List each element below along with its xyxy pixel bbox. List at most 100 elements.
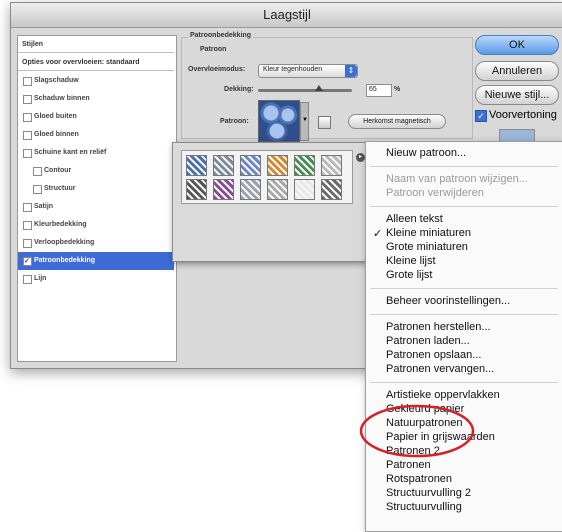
menu-item-label: Structuurvulling [386,501,462,513]
style-checkbox[interactable] [33,167,42,176]
pattern-thumbnail[interactable] [213,179,234,200]
window-title: Laagstijl [263,7,311,22]
style-checkbox[interactable]: ✓ [23,257,32,266]
style-item[interactable]: Kleurbedekking [18,216,174,234]
pattern-thumbnail[interactable] [213,155,234,176]
opacity-field[interactable]: 65 [366,84,392,97]
menu-item[interactable]: Patronen herstellen... [386,321,491,333]
menu-item[interactable]: Grote lijst [386,269,432,281]
menu-item[interactable]: Artistieke oppervlakken [386,389,500,401]
style-list: Stijlen Opties voor overvloeien: standaa… [17,35,177,362]
pattern-dropdown-button[interactable]: ▼ [300,102,309,141]
style-checkbox[interactable] [23,203,32,212]
new-style-button[interactable]: Nieuwe stijl... [475,85,559,105]
menu-item[interactable]: Patronen laden... [386,335,470,347]
menu-item[interactable]: Grote miniaturen [386,241,468,253]
style-item[interactable]: Contour [18,162,174,180]
style-item[interactable]: Schaduw binnen [18,90,174,108]
pattern-thumbnails [181,150,353,204]
cancel-button[interactable]: Annuleren [475,61,559,81]
style-item-label: Slagschaduw [34,77,79,84]
style-item-label: Schaduw binnen [34,95,90,102]
style-item-label: Verloopbedekking [34,239,95,246]
menu-separator [370,206,558,207]
style-item-label: Lijn [34,275,47,282]
style-checkbox[interactable] [23,149,32,158]
style-checkbox[interactable] [23,221,32,230]
menu-item-label: Patronen vervangen... [386,363,495,375]
menu-item[interactable]: Patronen [386,459,431,471]
style-checkbox[interactable] [23,113,32,122]
menu-item-label: Rotspatronen [386,473,453,485]
pattern-thumbnail[interactable] [267,155,288,176]
pattern-thumbnail[interactable] [240,155,261,176]
menu-item-label: Artistieke oppervlakken [386,389,500,401]
styles-header[interactable]: Stijlen [18,36,174,53]
menu-item[interactable]: Kleine lijst [386,255,436,267]
pattern-thumbnail[interactable] [186,155,207,176]
menu-item[interactable]: Structuurvulling [386,501,462,513]
menu-item[interactable]: Alleen tekst [386,213,443,225]
style-item-label: Contour [44,167,72,174]
menu-item: Patroon verwijderen [386,187,484,199]
style-checkbox[interactable] [23,275,32,284]
style-checkbox[interactable] [23,77,32,86]
style-item-label: Satijn [34,203,54,210]
ok-button[interactable]: OK [475,35,559,55]
pattern-thumbnail[interactable] [294,179,315,200]
highlight-circle [359,404,475,458]
updown-arrows-icon: ⇕ [345,65,357,77]
pattern-thumbnail[interactable] [321,179,342,200]
style-item[interactable]: ✓ Patroonbedekking [18,252,174,270]
new-preset-icon[interactable] [318,116,331,129]
style-checkbox[interactable] [23,95,32,104]
style-item[interactable]: Satijn [18,198,174,216]
menu-item-label: Grote lijst [386,269,433,281]
menu-item-label: Grote miniaturen [386,241,468,253]
snap-to-origin-button[interactable]: Herkomst magnetisch [348,114,446,129]
flyout-menu-icon[interactable]: ▸ [356,153,365,162]
menu-item-label: Naam van patroon wijzigen... [386,173,528,185]
blend-mode-label: Overvloeimodus: [188,66,246,73]
style-checkbox[interactable] [23,239,32,248]
pattern-label: Patroon: [220,118,249,125]
menu-item[interactable]: Structuurvulling 2 [386,487,471,499]
style-item[interactable]: Lijn [18,270,174,288]
style-checkbox[interactable] [33,185,42,194]
menu-item[interactable]: Beheer voorinstellingen... [386,295,510,307]
title-bar[interactable]: Laagstijl [11,3,562,28]
style-checkbox[interactable] [23,131,32,140]
menu-item[interactable]: Patronen vervangen... [386,363,494,375]
pattern-thumbnail[interactable] [321,155,342,176]
pattern-thumbnail[interactable] [240,179,261,200]
opacity-slider[interactable] [258,85,352,92]
style-item[interactable]: Verloopbedekking [18,234,174,252]
style-item[interactable]: Schuine kant en reliëf [18,144,174,162]
menu-item[interactable]: Rotspatronen [386,473,452,485]
slider-thumb[interactable] [315,85,324,91]
style-item[interactable]: Gloed binnen [18,126,174,144]
opacity-unit: % [394,86,401,93]
preview-checkbox-row[interactable]: ✓ Voorvertoning [475,109,561,123]
pattern-swatch[interactable] [258,100,300,142]
pattern-thumbnail[interactable] [267,179,288,200]
style-item[interactable]: Slagschaduw [18,72,174,90]
style-item-label: Schuine kant en reliëf [34,149,107,156]
checkmark-icon[interactable]: ✓ [475,110,487,122]
pattern-overlay-group: Patroonbedekking Patroon Overvloeimodus:… [181,32,473,142]
menu-item[interactable]: Patronen opslaan... [386,349,481,361]
style-item[interactable]: Gloed buiten [18,108,174,126]
menu-item[interactable]: ✓ Kleine miniaturen [373,227,471,240]
blend-mode-select[interactable]: Kleur tegenhouden ⇕ [258,64,358,78]
pattern-flyout-menu: Nieuw patroon... Naam van patroon wijzige… [365,141,562,532]
style-item[interactable]: Structuur [18,180,174,198]
pattern-thumbnail[interactable] [186,179,207,200]
pattern-thumbnail[interactable] [294,155,315,176]
blend-options-row[interactable]: Opties voor overvloeien: standaard [18,54,174,71]
menu-item-label: Structuurvulling 2 [386,487,471,499]
menu-item-label: Patronen opslaan... [386,349,482,361]
menu-item[interactable]: Nieuw patroon... [386,147,466,159]
pattern-picker: ▸ [172,142,369,262]
style-item-label: Structuur [44,185,76,192]
style-item-label: Patroonbedekking [34,257,96,264]
